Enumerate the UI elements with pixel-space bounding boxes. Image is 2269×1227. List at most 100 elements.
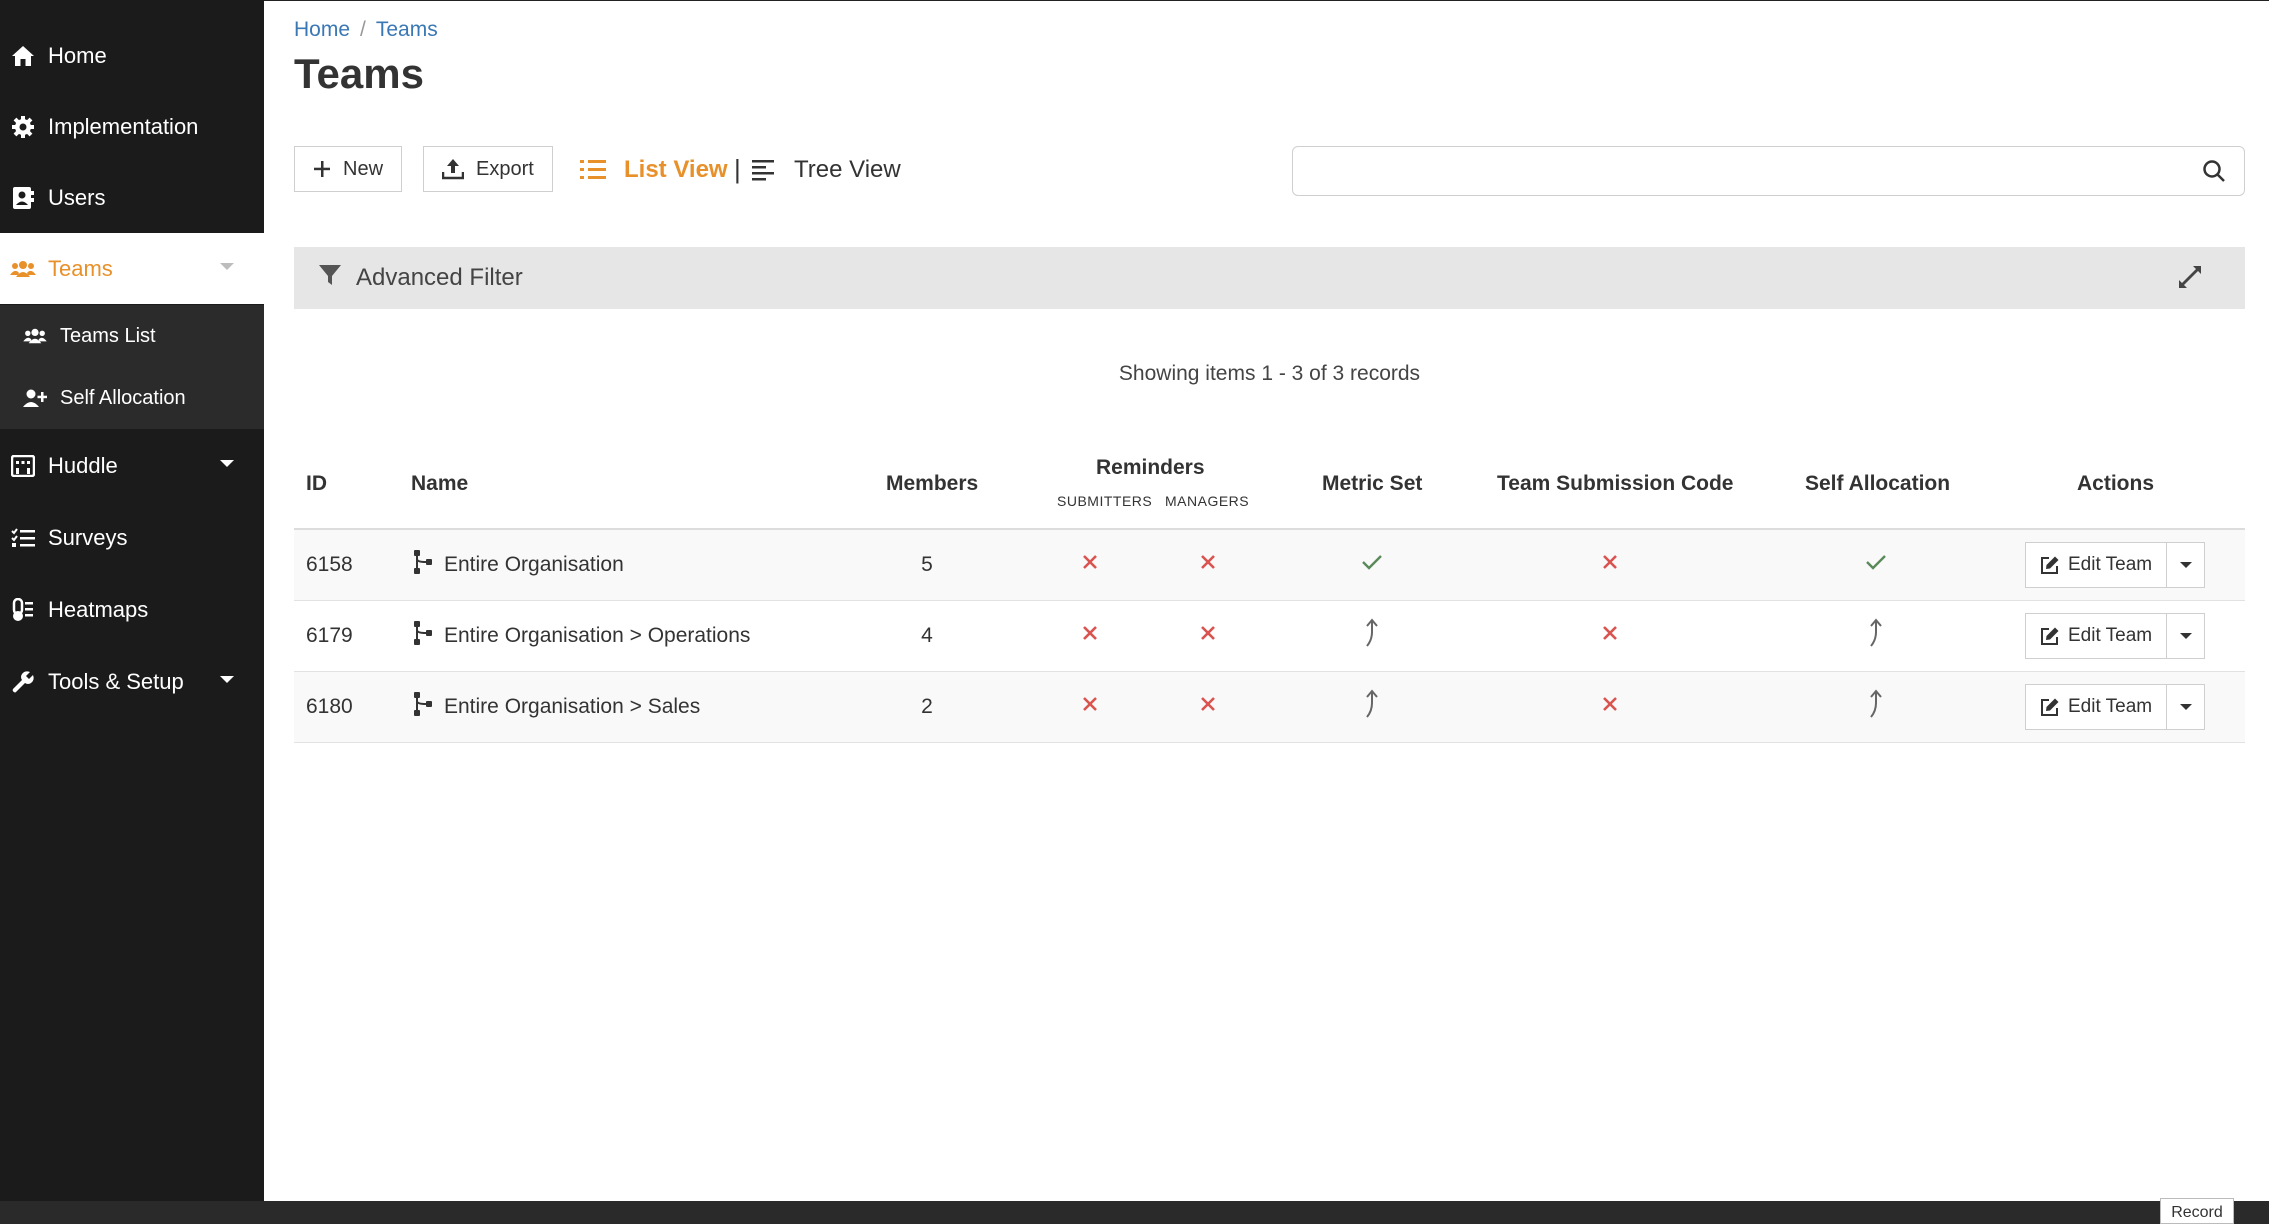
upload-icon: [442, 159, 464, 180]
sidebar-item-huddle[interactable]: Huddle: [0, 430, 264, 501]
sidebar: Home Implementation Users Teams Teams Li…: [0, 0, 264, 1201]
record-tab[interactable]: Record: [2160, 1198, 2234, 1224]
tree-view-label: Tree View: [794, 156, 901, 183]
sidebar-item-label: Tools & Setup: [48, 668, 184, 694]
inherit-arrow-icon: [1363, 618, 1381, 654]
edit-team-button[interactable]: Edit Team: [2025, 613, 2168, 659]
team-hierarchy-icon: [412, 620, 434, 652]
cross-icon: [1199, 553, 1217, 577]
cell-members: 4: [921, 624, 933, 647]
gear-icon: [10, 114, 36, 140]
cell-metric-set: [1357, 530, 1387, 600]
column-header-self-allocation[interactable]: Self Allocation: [1805, 472, 1950, 496]
column-header-team-submission-code[interactable]: Team Submission Code: [1497, 472, 1734, 496]
row-actions: Edit Team: [2025, 613, 2206, 659]
new-button[interactable]: New: [294, 146, 403, 192]
sidebar-subitem-label: Self Allocation: [60, 386, 186, 409]
cell-name[interactable]: Entire Organisation > Operations: [412, 601, 750, 671]
cell-self-allocation: [1861, 530, 1891, 600]
check-icon: [1361, 553, 1383, 577]
row-actions-dropdown[interactable]: [2167, 613, 2206, 659]
cell-name[interactable]: Entire Organisation: [412, 530, 624, 600]
column-header-members[interactable]: Members: [886, 472, 978, 496]
caret-down-icon: [2179, 704, 2192, 710]
column-header-managers[interactable]: MANAGERS: [1165, 493, 1249, 509]
users-icon: [22, 323, 48, 349]
edit-team-button[interactable]: Edit Team: [2025, 542, 2168, 588]
cell-reminders-managers: [1193, 672, 1223, 742]
plus-icon: [314, 161, 330, 177]
users-icon: [10, 256, 36, 282]
breadcrumb-separator: /: [360, 18, 366, 41]
breadcrumb-home-link[interactable]: Home: [294, 18, 350, 41]
sidebar-item-label: Teams: [48, 255, 113, 281]
cell-reminders-managers: [1193, 530, 1223, 600]
sidebar-subitem-teams-list[interactable]: Teams List: [0, 305, 264, 367]
cross-icon: [1199, 624, 1217, 648]
team-hierarchy-icon: [412, 549, 434, 581]
sidebar-item-users[interactable]: Users: [0, 162, 264, 233]
edit-icon: [2041, 627, 2059, 645]
row-actions-dropdown[interactable]: [2167, 542, 2206, 588]
list-view-label: List View: [624, 156, 728, 183]
list-view-toggle[interactable]: List View: [580, 153, 728, 187]
sidebar-subitem-label: Teams List: [60, 324, 156, 347]
sidebar-item-teams[interactable]: Teams: [0, 233, 264, 304]
sidebar-item-tools-setup[interactable]: Tools & Setup: [0, 646, 264, 717]
cell-name-text: Entire Organisation: [444, 553, 624, 576]
sidebar-item-label: Home: [48, 42, 107, 68]
search-icon[interactable]: [2202, 159, 2226, 188]
search-input[interactable]: [1303, 147, 2187, 195]
column-header-actions: Actions: [2077, 472, 2155, 495]
caret-down-icon: [2179, 562, 2192, 568]
cell-team-submission-code: [1595, 530, 1625, 600]
advanced-filter-label: Advanced Filter: [356, 264, 523, 291]
cell-members: 5: [921, 553, 933, 576]
column-header-metric-set[interactable]: Metric Set: [1322, 472, 1422, 496]
column-header-name[interactable]: Name: [411, 472, 468, 496]
cell-self-allocation: [1861, 672, 1891, 742]
row-actions: Edit Team: [2025, 684, 2206, 730]
cell-reminders-submitters: [1075, 601, 1105, 671]
cross-icon: [1601, 553, 1619, 577]
cell-team-submission-code: [1595, 672, 1625, 742]
cross-icon: [1199, 695, 1217, 719]
inherit-arrow-icon: [1867, 689, 1885, 725]
cell-reminders-managers: [1193, 601, 1223, 671]
chevron-down-icon: [220, 460, 234, 467]
edit-team-button[interactable]: Edit Team: [2025, 684, 2168, 730]
sidebar-item-implementation[interactable]: Implementation: [0, 91, 264, 162]
sidebar-subitem-self-allocation[interactable]: Self Allocation: [0, 367, 264, 429]
sidebar-item-home[interactable]: Home: [0, 20, 264, 91]
cell-name[interactable]: Entire Organisation > Sales: [412, 672, 700, 742]
top-border: [264, 0, 2269, 1]
address-card-icon: [10, 185, 36, 211]
page-title: Teams: [294, 50, 424, 97]
breadcrumb-teams-link[interactable]: Teams: [376, 18, 438, 41]
sidebar-item-heatmaps[interactable]: Heatmaps: [0, 574, 264, 645]
cell-reminders-submitters: [1075, 530, 1105, 600]
cross-icon: [1601, 695, 1619, 719]
cell-reminders-submitters: [1075, 672, 1105, 742]
export-button[interactable]: Export: [423, 146, 553, 192]
breadcrumb: Home / Teams: [294, 18, 438, 42]
new-button-label: New: [343, 157, 384, 180]
bottom-bar: [0, 1201, 2269, 1224]
edit-team-label: Edit Team: [2068, 625, 2153, 646]
column-header-submitters[interactable]: SUBMITTERS: [1057, 493, 1152, 509]
column-header-reminders: Reminders: [1096, 456, 1205, 479]
advanced-filter-panel[interactable]: Advanced Filter: [294, 247, 2245, 309]
tree-view-toggle[interactable]: Tree View: [752, 153, 901, 187]
inherit-arrow-icon: [1867, 618, 1885, 654]
row-actions-dropdown[interactable]: [2167, 684, 2206, 730]
cell-metric-set: [1357, 672, 1387, 742]
cell-id: 6179: [306, 624, 353, 647]
caret-down-icon: [2179, 633, 2192, 639]
filter-icon: [318, 263, 342, 294]
cell-self-allocation: [1861, 601, 1891, 671]
cell-members: 2: [921, 695, 933, 718]
sidebar-item-surveys[interactable]: Surveys: [0, 502, 264, 573]
expand-icon[interactable]: [2177, 264, 2203, 297]
export-button-label: Export: [476, 157, 534, 180]
column-header-id[interactable]: ID: [306, 472, 327, 496]
